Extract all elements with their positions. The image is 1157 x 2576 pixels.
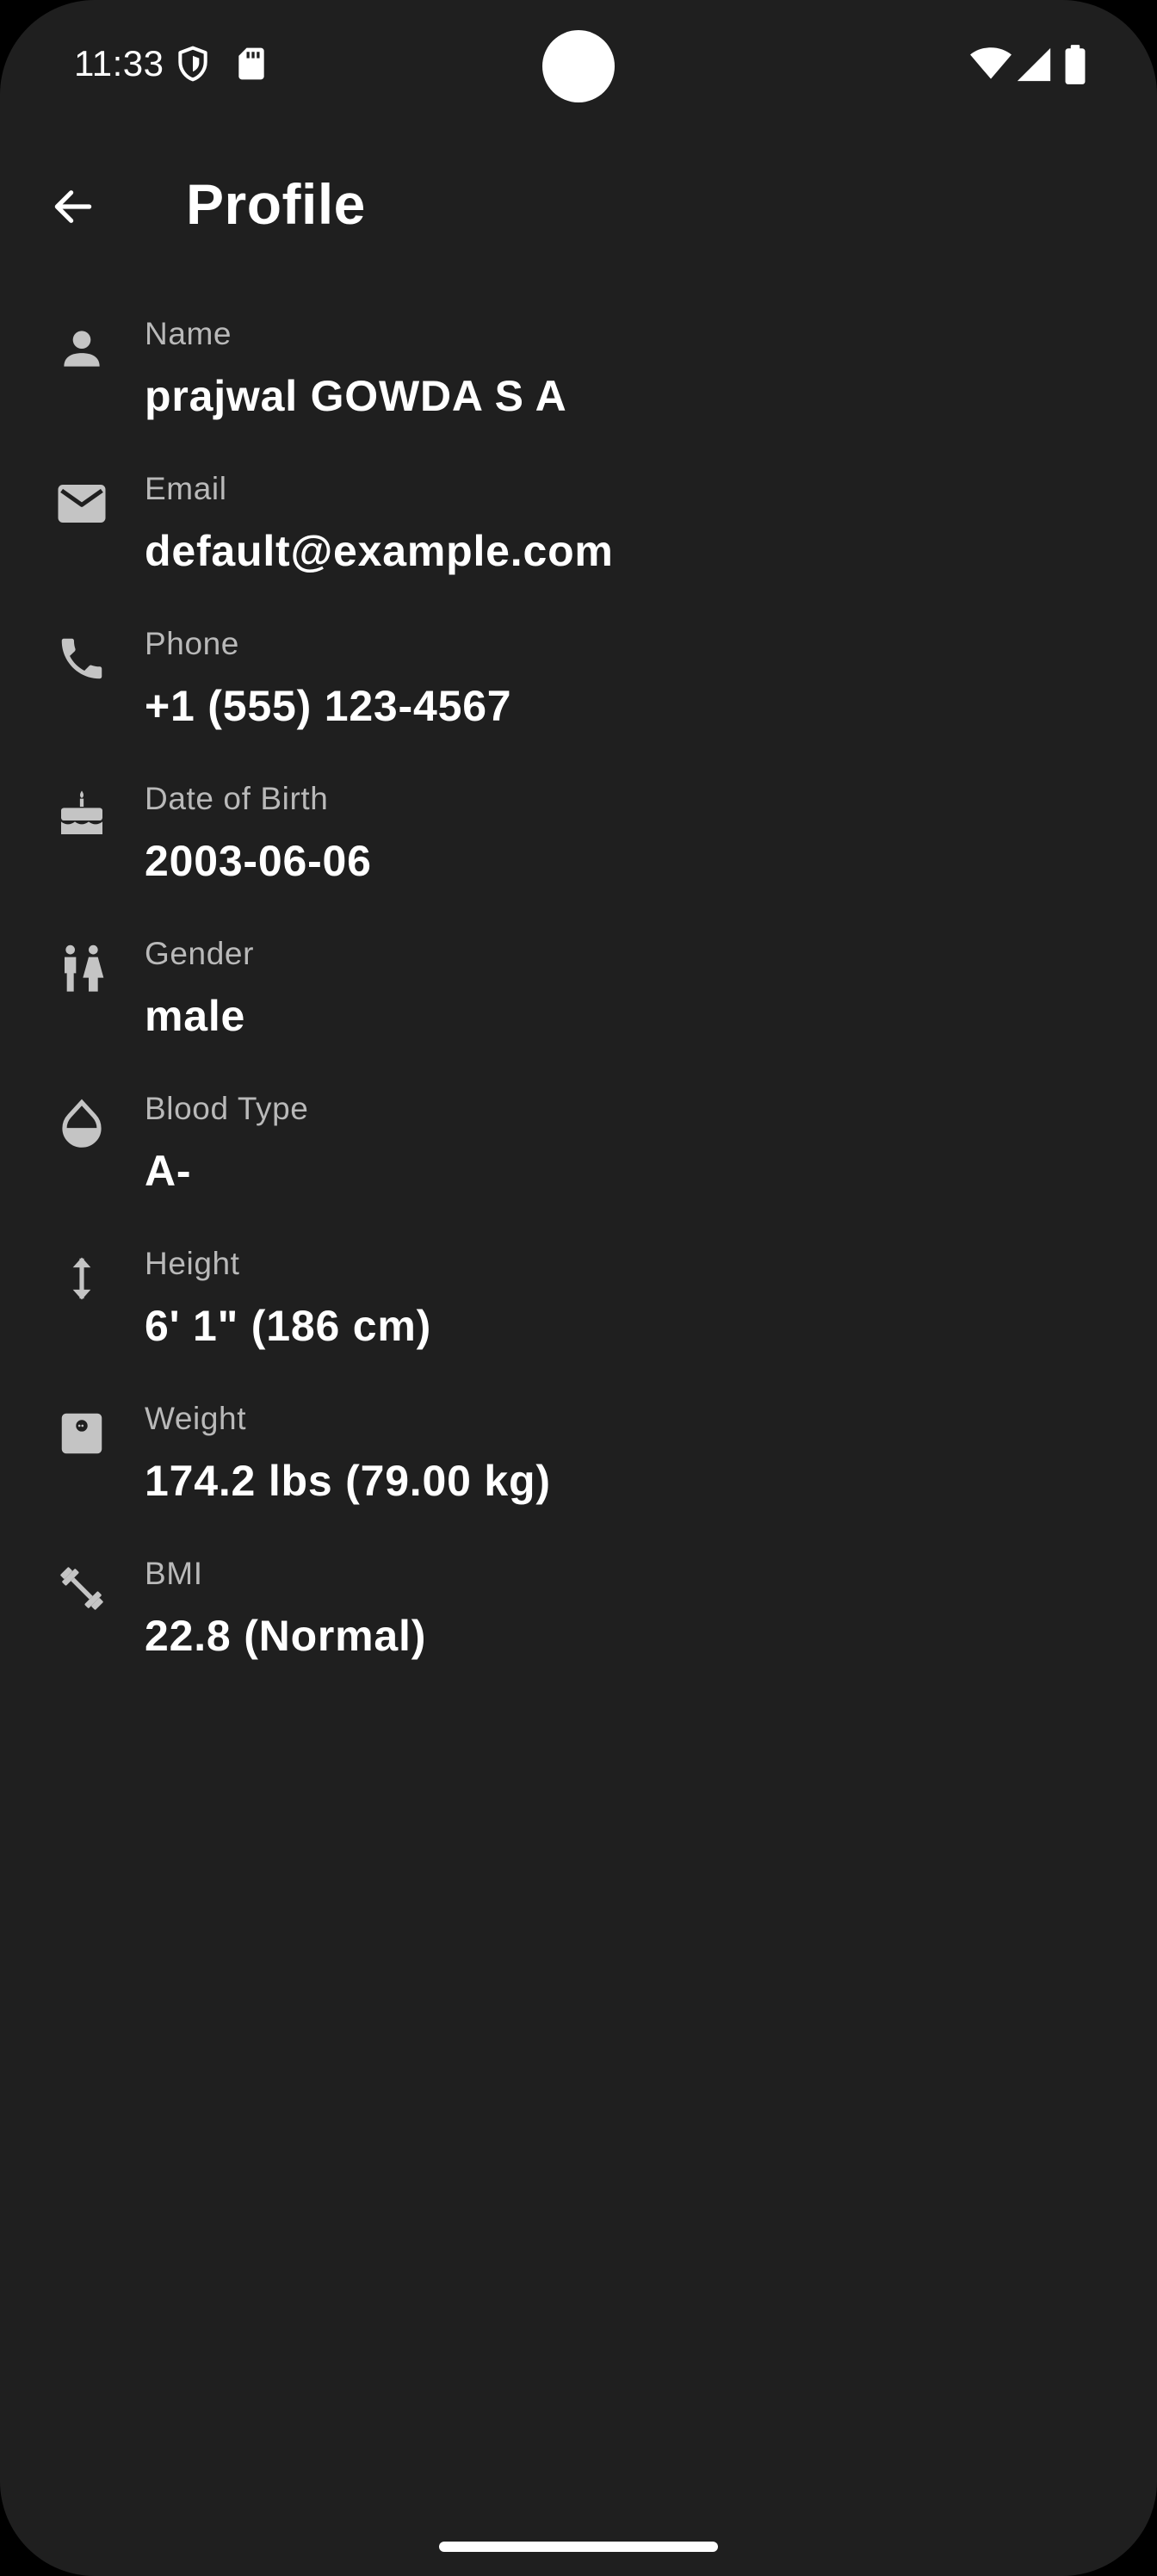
status-time: 11:33: [74, 43, 164, 84]
battery-icon: [1061, 43, 1090, 86]
profile-screen: 11:33 Profile Name prajwal GOWDA S A Ema…: [0, 0, 1157, 2576]
weight-label: Weight: [145, 1401, 247, 1436]
camera-cutout: [542, 30, 615, 102]
profile-item-gender: Gender male: [0, 930, 1157, 1085]
fitness-icon: [52, 1558, 112, 1619]
date-of-birth-value: 2003-06-06: [145, 837, 372, 885]
profile-list: Name prajwal GOWDA S A Email default@exa…: [0, 310, 1157, 1705]
arrow-back-icon: [49, 183, 97, 231]
signal-icon: [1014, 45, 1054, 84]
scale-icon: [52, 1403, 112, 1464]
height-label: Height: [145, 1246, 240, 1281]
cake-icon: [52, 783, 112, 844]
blood-type-value: A-: [145, 1147, 192, 1195]
date-of-birth-label: Date of Birth: [145, 781, 329, 816]
gender-value: male: [145, 992, 246, 1040]
person-icon: [52, 319, 112, 379]
blood-type-label: Blood Type: [145, 1091, 309, 1126]
height-icon: [52, 1248, 112, 1309]
gender-icon: [52, 938, 112, 999]
profile-item-blood-type: Blood Type A-: [0, 1085, 1157, 1240]
bmi-label: BMI: [145, 1556, 203, 1591]
profile-item-date-of-birth: Date of Birth 2003-06-06: [0, 775, 1157, 930]
phone-label: Phone: [145, 626, 239, 661]
wifi-icon: [969, 43, 1012, 86]
email-value: default@example.com: [145, 527, 614, 575]
status-bar: 11:33: [0, 0, 1157, 129]
gender-label: Gender: [145, 936, 255, 971]
email-icon: [52, 474, 112, 534]
app-bar: Profile: [0, 146, 1157, 258]
shield-icon: [174, 45, 212, 83]
profile-item-email: Email default@example.com: [0, 465, 1157, 620]
phone-value: +1 (555) 123-4567: [145, 682, 512, 730]
weight-value: 174.2 lbs (79.00 kg): [145, 1457, 551, 1505]
phone-icon: [52, 629, 112, 689]
gesture-nav-handle[interactable]: [439, 2542, 718, 2552]
profile-item-phone: Phone +1 (555) 123-4567: [0, 620, 1157, 775]
height-value: 6' 1" (186 cm): [145, 1302, 432, 1350]
profile-item-name: Name prajwal GOWDA S A: [0, 310, 1157, 465]
bmi-value: 22.8 (Normal): [145, 1612, 427, 1660]
name-label: Name: [145, 316, 232, 351]
back-button[interactable]: [34, 168, 112, 245]
page-title: Profile: [186, 172, 366, 236]
name-value: prajwal GOWDA S A: [145, 372, 567, 420]
email-label: Email: [145, 471, 227, 506]
water-drop-icon: [52, 1093, 112, 1154]
sd-card-icon: [232, 45, 270, 83]
profile-item-height: Height 6' 1" (186 cm): [0, 1240, 1157, 1395]
profile-item-weight: Weight 174.2 lbs (79.00 kg): [0, 1395, 1157, 1550]
profile-item-bmi: BMI 22.8 (Normal): [0, 1550, 1157, 1705]
